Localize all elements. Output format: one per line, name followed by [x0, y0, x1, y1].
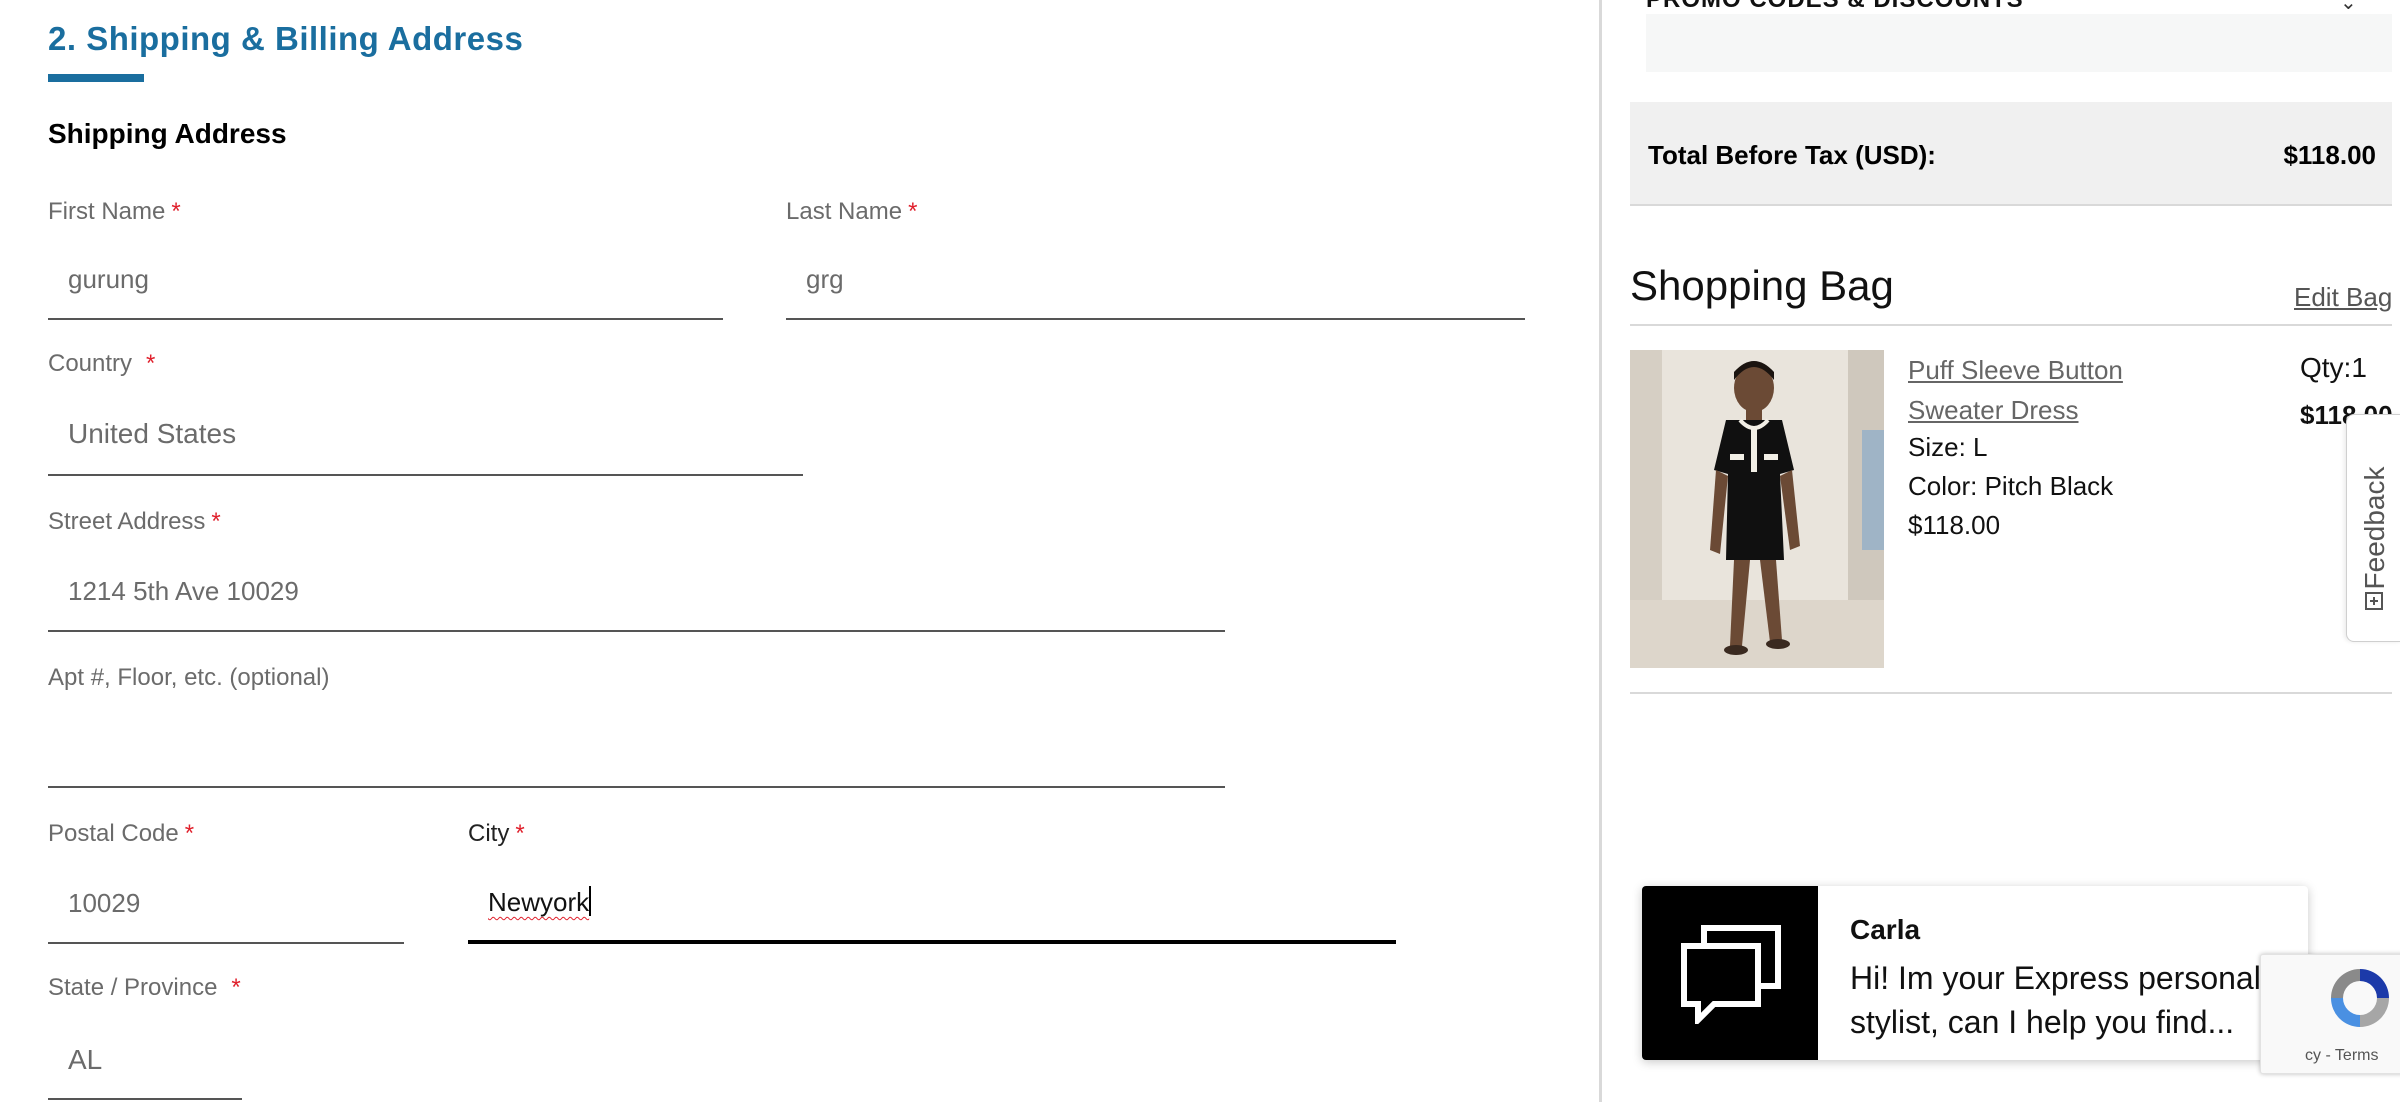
recaptcha-terms[interactable]: cy - Terms: [2305, 1047, 2378, 1065]
recaptcha-badge[interactable]: cy - Terms: [2260, 954, 2400, 1074]
apt-underline: [48, 786, 1225, 788]
total-label: Total Before Tax (USD):: [1648, 140, 1936, 170]
city-input-text: Newyork: [488, 887, 590, 917]
last-name-input[interactable]: grg: [806, 264, 844, 295]
city-underline-active: [468, 940, 1396, 944]
shipping-billing-form: 2. Shipping & Billing Address Shipping A…: [0, 0, 1600, 1102]
state-select[interactable]: AL: [68, 1044, 102, 1076]
postal-code-label: Postal Code *: [48, 820, 195, 847]
street-address-label: Street Address *: [48, 508, 221, 535]
chat-icon-box: [1642, 886, 1818, 1060]
recaptcha-icon: [2331, 969, 2389, 1027]
section-title-underline: [48, 74, 144, 82]
total-value: $118.00: [2283, 140, 2376, 170]
chat-agent-name: Carla: [1850, 914, 1921, 945]
first-name-underline: [48, 318, 723, 320]
country-select[interactable]: United States: [68, 418, 236, 450]
required-asterisk: *: [184, 820, 195, 847]
required-asterisk: *: [211, 508, 221, 535]
feedback-tab[interactable]: Feedback: [2346, 414, 2400, 642]
chat-widget[interactable]: Carla Hi! Im your Express personal styli…: [1642, 886, 2308, 1060]
chat-bubbles-icon: [1681, 925, 1781, 1024]
country-field[interactable]: Country * United States: [48, 350, 803, 478]
product-image[interactable]: [1630, 350, 1884, 668]
chat-message: Hi! Im your Express personal stylist, ca…: [1850, 960, 2261, 1040]
product-color: Color: Pitch Black: [1908, 471, 2114, 501]
text-caret: [589, 886, 592, 916]
product-price: $118.00: [1908, 510, 2001, 540]
bag-divider-bottom: [1630, 692, 2392, 694]
section-title: 2. Shipping & Billing Address: [48, 20, 524, 57]
postal-code-underline: [48, 942, 404, 944]
shopping-bag-title: Shopping Bag: [1630, 262, 1894, 309]
product-name-link[interactable]: Puff Sleeve Button Sweater Dress: [1908, 350, 2208, 430]
first-name-input[interactable]: gurung: [68, 264, 149, 295]
apt-label: Apt #, Floor, etc. (optional): [48, 664, 330, 691]
city-label: City *: [468, 820, 525, 847]
postal-code-input[interactable]: 10029: [68, 888, 140, 919]
street-address-input[interactable]: 1214 5th Ave 10029: [68, 576, 299, 607]
street-address-underline: [48, 630, 1225, 632]
city-field[interactable]: City * Newyork: [468, 820, 1396, 948]
street-address-field[interactable]: Street Address * 1214 5th Ave 10029: [48, 508, 1225, 634]
first-name-field[interactable]: First Name * gurung: [48, 198, 723, 324]
postal-code-field[interactable]: Postal Code * 10029: [48, 820, 404, 946]
city-input[interactable]: Newyork: [488, 886, 592, 918]
feedback-icon: [2365, 592, 2383, 610]
bag-divider-top: [1630, 324, 2392, 326]
state-underline: [48, 1098, 242, 1100]
required-asterisk: *: [171, 198, 181, 225]
apt-field[interactable]: Apt #, Floor, etc. (optional): [48, 664, 1225, 790]
feedback-label: Feedback: [2358, 466, 2390, 590]
total-before-tax-row: Total Before Tax (USD): $118.00: [1630, 102, 2392, 206]
country-underline: [48, 474, 803, 476]
promo-code-area: [1646, 14, 2392, 72]
first-name-label: First Name *: [48, 198, 181, 225]
required-asterisk: *: [515, 820, 525, 847]
required-asterisk: *: [908, 198, 918, 225]
country-label: Country *: [48, 350, 156, 377]
shipping-address-heading: Shipping Address: [48, 118, 287, 149]
chevron-down-icon[interactable]: ⌄: [2340, 0, 2357, 15]
required-asterisk: *: [231, 974, 241, 1001]
product-quantity: Qty:1: [2300, 352, 2367, 383]
required-asterisk: *: [146, 350, 156, 377]
last-name-field[interactable]: Last Name * grg: [786, 198, 1525, 324]
edit-bag-link[interactable]: Edit Bag: [2294, 282, 2392, 313]
state-label: State / Province *: [48, 974, 241, 1001]
last-name-underline: [786, 318, 1525, 320]
last-name-label: Last Name *: [786, 198, 918, 225]
product-size: Size: L: [1908, 432, 1988, 462]
promo-codes-header[interactable]: PROMO CODES & DISCOUNTS: [1646, 0, 2024, 14]
state-field[interactable]: State / Province * AL: [48, 974, 242, 1102]
